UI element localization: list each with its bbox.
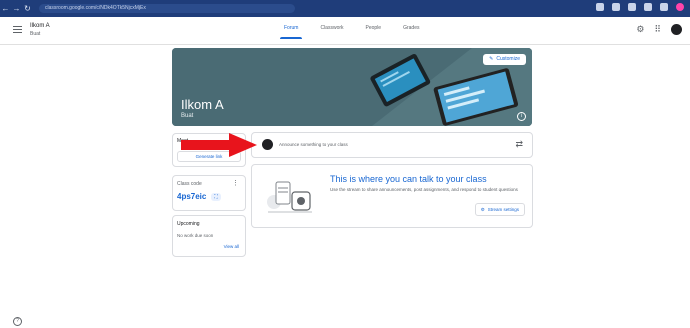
gear-icon: ⚙ — [480, 207, 485, 212]
class-title[interactable]: Ilkom A — [30, 23, 50, 29]
class-code-card: Class code ⋮ 4ps7eic ⛶ — [172, 175, 246, 211]
stream-description: Use the stream to share announcements, p… — [330, 187, 518, 192]
info-icon[interactable]: i — [517, 112, 526, 121]
settings-icon[interactable]: ⚙ — [636, 24, 644, 35]
window-icon[interactable] — [660, 3, 668, 11]
banner-subtitle: Buat — [181, 113, 194, 119]
classroom-header: Ilkom A Buat Forum Classwork People Grad… — [0, 17, 690, 45]
stream-illustration — [267, 181, 312, 213]
pencil-icon: ✎ — [489, 56, 494, 62]
class-banner: Ilkom A Buat ✎ Customize i — [172, 48, 532, 126]
forward-icon[interactable]: → — [11, 4, 22, 13]
avatar — [262, 139, 273, 150]
puzzle-icon[interactable] — [644, 3, 652, 11]
tab-classwork[interactable]: Classwork — [320, 25, 343, 39]
profile-avatar-icon[interactable] — [676, 3, 684, 11]
banner-illustration — [172, 48, 532, 126]
class-code-value: 4ps7eic — [177, 192, 207, 201]
tab-grades[interactable]: Grades — [403, 25, 419, 39]
back-icon[interactable]: ← — [0, 4, 11, 13]
banner-title: Ilkom A — [181, 97, 224, 112]
extension-icon[interactable] — [596, 3, 604, 11]
browser-toolbar: ← → ↻ classroom.google.com/c/NDk4OTk5Njc… — [0, 0, 690, 17]
red-arrow-annotation — [181, 133, 257, 157]
apps-grid-icon[interactable]: ⠿ — [654, 24, 661, 35]
hamburger-menu-icon[interactable] — [13, 26, 22, 35]
customize-label: Customize — [496, 56, 520, 62]
class-section: Buat — [30, 31, 41, 37]
tab-forum[interactable]: Forum — [279, 25, 304, 39]
announce-placeholder[interactable]: Announce something to your class — [279, 142, 348, 147]
announce-box[interactable]: Announce something to your class ⇄ — [251, 132, 533, 158]
repost-icon[interactable]: ⇄ — [515, 139, 523, 150]
stream-heading: This is where you can talk to your class — [330, 174, 487, 184]
stream-settings-label: Stream settings — [487, 207, 519, 212]
upcoming-card: Upcoming No work due soon View all — [172, 215, 246, 257]
more-options-icon[interactable]: ⋮ — [232, 179, 239, 187]
upcoming-text: No work due soon — [177, 233, 214, 238]
reload-icon[interactable]: ↻ — [22, 4, 33, 13]
stream-info-card: This is where you can talk to your class… — [251, 164, 533, 228]
tab-bar: Forum Classwork People Grades — [279, 25, 420, 39]
view-all-link[interactable]: View all — [224, 244, 239, 249]
class-code-label: Class code — [177, 181, 202, 187]
user-avatar[interactable] — [671, 24, 682, 35]
fullscreen-icon[interactable]: ⛶ — [211, 193, 221, 201]
share-icon[interactable] — [612, 3, 620, 11]
bookmark-icon[interactable] — [628, 3, 636, 11]
stream-settings-button[interactable]: ⚙ Stream settings — [474, 203, 525, 216]
address-bar[interactable]: classroom.google.com/c/NDk4OTk5NjcxMjEx — [39, 4, 295, 13]
tab-people[interactable]: People — [366, 25, 382, 39]
help-icon[interactable]: ? — [13, 317, 22, 326]
upcoming-title: Upcoming — [177, 221, 200, 227]
customize-button[interactable]: ✎ Customize — [483, 54, 526, 65]
